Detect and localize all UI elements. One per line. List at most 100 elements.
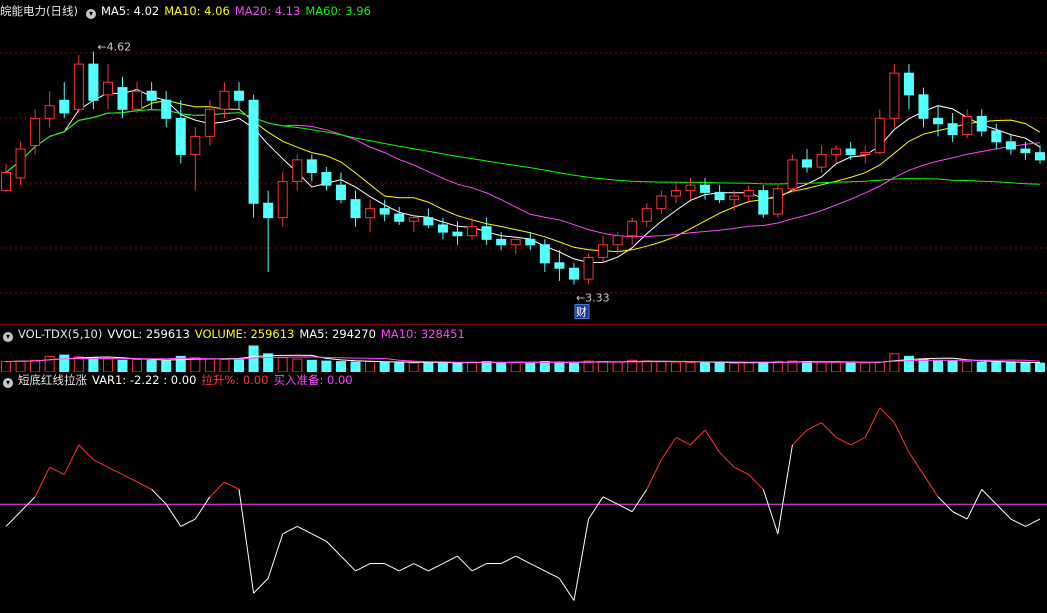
candle [277,181,288,219]
var1-segment [704,429,721,453]
collapse-icon[interactable]: ▾ [3,378,13,388]
var1-segment [515,555,531,564]
volume-bar [437,362,448,372]
var1-segment [646,459,662,490]
var1-segment [777,444,793,534]
var1-segment [457,555,473,572]
vol-legend-2: MA5: 294270 [299,327,376,341]
candle [991,130,1002,143]
candle [525,238,536,246]
volume-bar [379,361,390,372]
price-chart[interactable]: ←4.62 ←3.33财 [0,18,1047,323]
collapse-icon[interactable]: ▾ [3,332,13,342]
volume-bar [933,359,944,372]
var1-segment [719,451,735,468]
volume-bar [132,359,143,372]
candle [700,184,711,193]
candle [903,72,914,96]
candle [190,135,201,155]
volume-bar [306,359,317,372]
candle [583,256,594,280]
candle [73,63,84,110]
volume-bar [204,358,215,372]
volume-bar [1020,362,1031,372]
volume-bar [685,362,696,372]
var1-segment [617,503,633,513]
var1-segment [340,555,356,572]
volume-bar [467,361,478,372]
candle [335,184,346,201]
candle [467,226,478,237]
var1-segment [253,577,269,594]
var1-segment [748,474,764,490]
var1-segment [981,489,997,505]
volume-bar [423,361,434,372]
var1-segment [282,526,298,535]
candle [831,148,842,155]
volume-pane-header: ▾ VOL-TDX(5,10) VVOL: 259613 VOLUME: 259613… [0,326,1047,342]
low-price-label: ←3.33 [576,292,610,305]
var1-segment [78,444,94,461]
volume-bar [102,358,113,372]
candle [1020,148,1031,154]
volume-bar [976,361,987,372]
volume-bar [88,357,99,372]
volume-legend: VVOL: 259613 VOLUME: 259613 MA5: 294270 MA1… [107,327,469,341]
var1-segment [136,481,152,490]
candle [175,117,186,155]
ma-legend-3: MA60: 3.96 [305,4,371,18]
var1-segment [733,466,749,475]
candle [88,63,99,101]
volume-title: VOL-TDX(5,10) [18,327,103,341]
candle [554,262,565,269]
volume-bar [831,361,842,372]
vol-legend-1: VOLUME: 259613 [194,327,295,341]
var1-segment [238,489,255,594]
candle [292,159,303,183]
volume-bar [510,361,521,372]
var1-segment [209,481,225,498]
candle [0,172,12,192]
candle [44,105,55,119]
candle [772,188,783,215]
candle [918,94,929,119]
volume-bar [263,353,274,372]
volume-chart[interactable] [0,342,1047,372]
volume-bar [73,356,84,372]
candle [627,220,638,237]
candle [758,190,769,215]
volume-bar [30,359,41,372]
candle [539,244,550,264]
volume-bar [146,360,157,372]
ma-legend-2: MA20: 4.13 [234,4,301,18]
candle [132,90,143,110]
candle [408,217,419,222]
candle [685,184,696,192]
var1-segment [1010,518,1026,527]
candle [816,153,827,168]
candle [510,238,521,246]
volume-bar [554,361,565,372]
oscillator-title: 短底红线拉涨 [18,373,87,387]
var1-segment [194,496,211,520]
volume-bar [350,361,361,372]
volume-bar [44,355,55,372]
oscillator-chart[interactable] [0,388,1047,613]
volume-bar [1005,362,1016,372]
var1-segment [326,540,342,557]
var1-segment [660,437,677,460]
candle [321,172,332,186]
volume-bar [292,358,303,372]
var1-segment [893,422,910,453]
volume-bar [408,362,419,372]
var1-segment [398,563,415,572]
volume-bar [0,361,12,372]
var1-segment [850,437,866,446]
osc-legend-0: VAR1: -2.22 : 0.00 [92,373,197,387]
volume-bar [1034,362,1046,372]
candle [146,90,157,101]
volume-bar [525,362,536,372]
volume-bar [598,361,609,372]
candle [219,90,230,110]
pane-divider [0,324,1047,325]
